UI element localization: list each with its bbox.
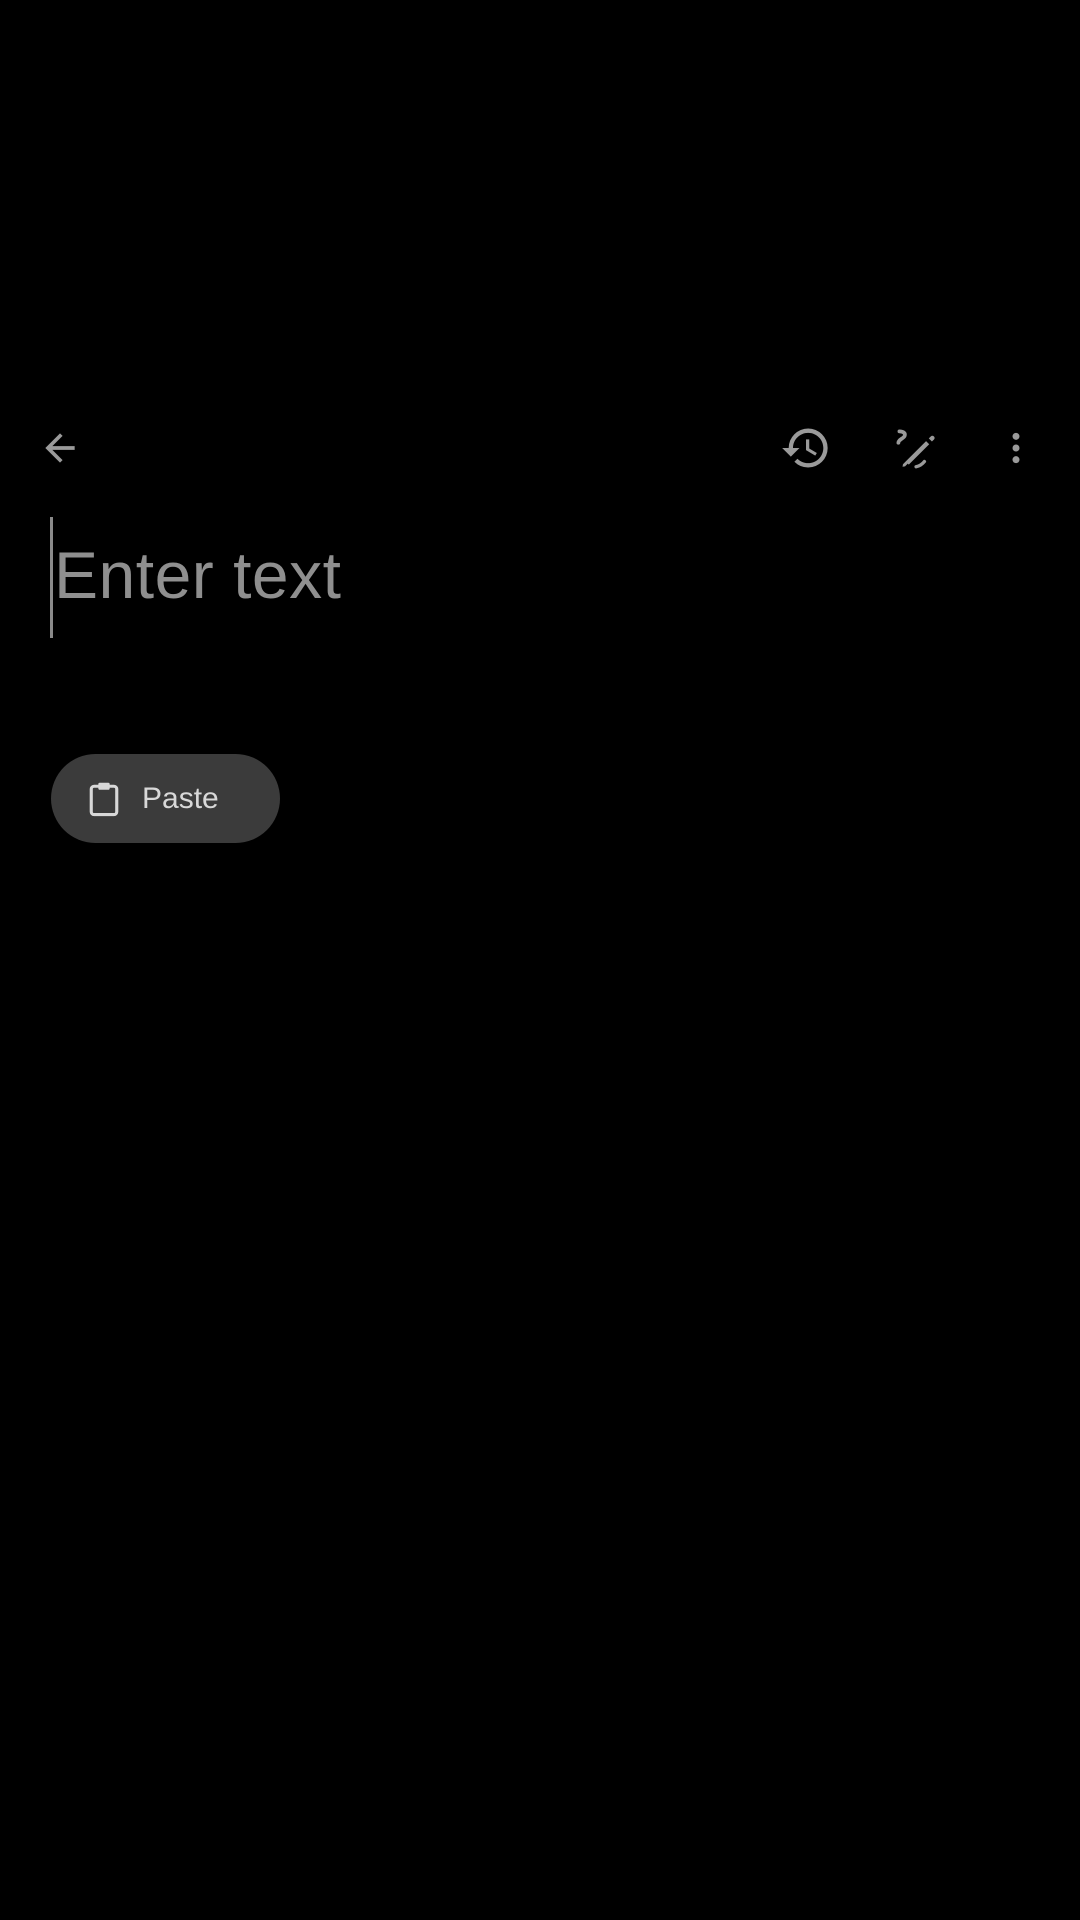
- top-app-bar: [0, 400, 1080, 495]
- clipboard-icon: [87, 780, 121, 818]
- more-options-button[interactable]: [968, 400, 1063, 495]
- paste-label: Paste: [142, 781, 219, 815]
- history-icon: [781, 428, 828, 467]
- handwriting-icon: [896, 428, 935, 468]
- arrow-back-icon: [44, 432, 75, 463]
- text-input-field[interactable]: Enter text: [50, 515, 1030, 640]
- paste-chip[interactable]: Paste: [51, 754, 280, 843]
- input-placeholder: Enter text: [54, 538, 342, 612]
- back-button[interactable]: [12, 400, 107, 495]
- history-button[interactable]: [758, 400, 853, 495]
- more-vert-icon: [1012, 432, 1019, 463]
- handwriting-button[interactable]: [866, 400, 961, 495]
- text-cursor: [50, 517, 53, 638]
